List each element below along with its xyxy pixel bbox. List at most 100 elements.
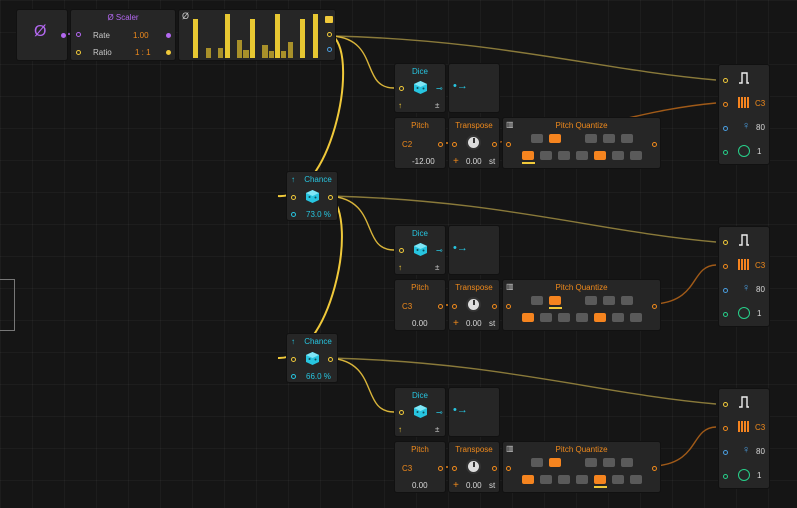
dice-bipolar-label[interactable]: ±: [435, 263, 439, 272]
output-third-value[interactable]: 1: [757, 147, 761, 156]
dice-out-arrow-icon[interactable]: ⊸: [436, 246, 443, 255]
gate-port[interactable]: [723, 402, 728, 407]
dice-out-arrow-icon[interactable]: ⊸: [436, 84, 443, 93]
white-key[interactable]: [576, 151, 588, 160]
pattern-step[interactable]: [262, 44, 268, 58]
black-key[interactable]: [549, 134, 561, 143]
white-key[interactable]: [594, 313, 606, 322]
white-key[interactable]: [630, 475, 642, 484]
transpose-node-1[interactable]: Transpose + 0.00 st: [448, 117, 500, 169]
dice-output-node-2[interactable]: •→: [448, 225, 500, 275]
timbre-port[interactable]: [723, 150, 728, 155]
rate-value[interactable]: 1.00: [133, 31, 149, 40]
output-third-value[interactable]: 1: [757, 309, 761, 318]
black-key[interactable]: [549, 458, 561, 467]
quantize-in-port[interactable]: [506, 142, 511, 147]
ratio-port[interactable]: [76, 50, 81, 55]
black-key[interactable]: [603, 134, 615, 143]
pattern-step[interactable]: [287, 41, 293, 58]
scaler-out-port[interactable]: [166, 33, 171, 38]
transpose-out-port[interactable]: [492, 304, 497, 309]
pitch-value[interactable]: 0.00: [412, 481, 428, 490]
white-key[interactable]: [522, 313, 534, 322]
chance-value[interactable]: 66.0 %: [306, 372, 331, 381]
gate-port[interactable]: [723, 78, 728, 83]
quantize-out-port[interactable]: [652, 142, 657, 147]
output-velocity[interactable]: 80: [756, 285, 765, 294]
pitch-note[interactable]: C2: [402, 140, 412, 149]
white-key[interactable]: [594, 151, 606, 160]
pattern-step[interactable]: [300, 19, 306, 58]
output-velocity[interactable]: 80: [756, 447, 765, 456]
chance-mod-port[interactable]: [291, 374, 296, 379]
pattern-step[interactable]: [193, 19, 199, 58]
white-key[interactable]: [540, 151, 552, 160]
pattern-step[interactable]: [237, 40, 243, 58]
white-key[interactable]: [630, 313, 642, 322]
pitch-node-1[interactable]: Pitch C2 -12.00: [394, 117, 446, 169]
transpose-value[interactable]: 0.00: [466, 319, 482, 328]
white-key[interactable]: [630, 151, 642, 160]
velocity-port[interactable]: [723, 126, 728, 131]
white-key[interactable]: [540, 475, 552, 484]
white-key[interactable]: [594, 475, 606, 484]
dice-output-node-3[interactable]: •→: [448, 387, 500, 437]
pattern-step[interactable]: [243, 49, 249, 58]
pattern-step[interactable]: [274, 13, 281, 58]
pattern-dice-icon[interactable]: [325, 16, 333, 23]
ratio-value[interactable]: 1 : 1: [135, 48, 151, 57]
phase-out-port[interactable]: [61, 33, 66, 38]
timbre-port[interactable]: [723, 312, 728, 317]
pitch-quantize-node-2[interactable]: ▥ Pitch Quantize: [502, 279, 661, 331]
pattern-mod-port[interactable]: [327, 47, 332, 52]
pattern-step[interactable]: [312, 13, 318, 58]
black-key[interactable]: [531, 134, 543, 143]
output-note[interactable]: C3: [755, 261, 765, 270]
transpose-value[interactable]: 0.00: [466, 481, 482, 490]
pattern-step[interactable]: [268, 50, 274, 58]
gate-port[interactable]: [723, 240, 728, 245]
note-output-node-2[interactable]: C3 ♀ 80 1: [718, 226, 770, 327]
transpose-plus[interactable]: +: [453, 480, 459, 491]
black-key[interactable]: [585, 458, 597, 467]
output-velocity[interactable]: 80: [756, 123, 765, 132]
chance-in-port[interactable]: [291, 195, 296, 200]
dice-node-2[interactable]: Dice ⊸ ↑ ±: [394, 225, 446, 275]
quantize-out-port[interactable]: [652, 304, 657, 309]
output-note[interactable]: C3: [755, 423, 765, 432]
chance-value[interactable]: 73.0 %: [306, 210, 331, 219]
white-key[interactable]: [558, 151, 570, 160]
transpose-in-port[interactable]: [452, 304, 457, 309]
chance-out-port[interactable]: [328, 357, 333, 362]
white-key[interactable]: [558, 313, 570, 322]
pitch-out-port[interactable]: [438, 304, 443, 309]
quantize-out-port[interactable]: [652, 466, 657, 471]
quantize-in-port[interactable]: [506, 466, 511, 471]
output-note[interactable]: C3: [755, 99, 765, 108]
chance-node-2[interactable]: ↑ Chance 66.0 %: [286, 333, 338, 383]
quantize-in-port[interactable]: [506, 304, 511, 309]
black-key[interactable]: [621, 458, 633, 467]
white-key[interactable]: [576, 475, 588, 484]
chance-out-port[interactable]: [328, 195, 333, 200]
timbre-port[interactable]: [723, 474, 728, 479]
phase-source-node[interactable]: Ø: [16, 9, 68, 61]
transpose-out-port[interactable]: [492, 142, 497, 147]
pattern-step[interactable]: [224, 13, 230, 58]
chance-mod-port[interactable]: [291, 212, 296, 217]
black-key[interactable]: [585, 296, 597, 305]
black-key[interactable]: [549, 296, 561, 305]
transpose-plus[interactable]: +: [453, 156, 459, 167]
dice-in-port[interactable]: [399, 86, 404, 91]
pitch-note[interactable]: C3: [402, 302, 412, 311]
dice-in-port[interactable]: [399, 248, 404, 253]
pitch-note[interactable]: C3: [402, 464, 412, 473]
white-key[interactable]: [612, 151, 624, 160]
output-third-value[interactable]: 1: [757, 471, 761, 480]
velocity-port[interactable]: [723, 450, 728, 455]
white-key[interactable]: [612, 313, 624, 322]
transpose-knob[interactable]: [466, 297, 481, 312]
white-key[interactable]: [540, 313, 552, 322]
scaler-node[interactable]: Ø Scaler Rate 1.00 Ratio 1 : 1: [70, 9, 176, 61]
note-output-node-3[interactable]: C3 ♀ 80 1: [718, 388, 770, 489]
